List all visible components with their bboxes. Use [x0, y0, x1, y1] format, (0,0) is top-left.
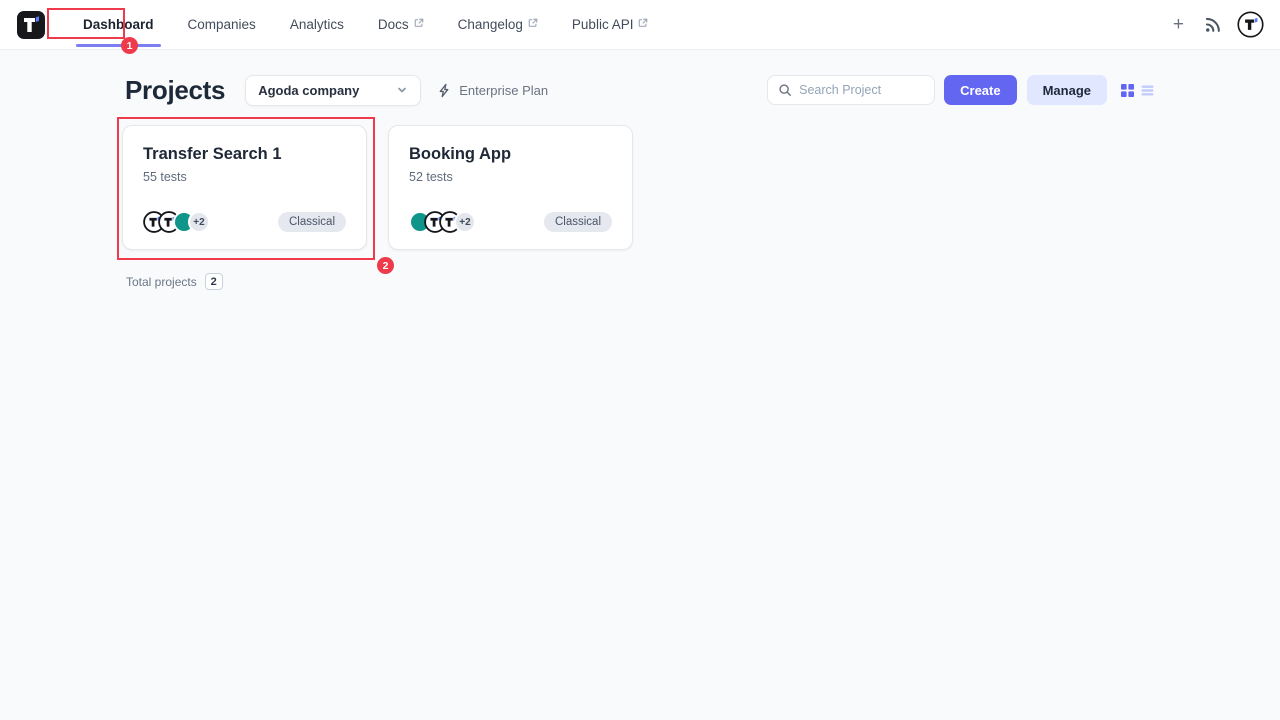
project-test-count: 55 tests — [143, 170, 346, 184]
project-card-footer: +2 Classical — [409, 211, 612, 233]
nav-label: Public API — [572, 17, 634, 32]
brand-logo-icon[interactable] — [16, 10, 46, 40]
more-members-chip: +2 — [188, 211, 210, 233]
search-icon — [778, 83, 792, 97]
nav-item-docs[interactable]: Docs — [361, 0, 441, 50]
project-card-booking-app[interactable]: Booking App 52 tests +2 Classical — [388, 125, 633, 250]
user-avatar[interactable] — [1237, 11, 1264, 38]
total-projects-count: 2 — [205, 273, 223, 290]
project-card-transfer-search-1[interactable]: Transfer Search 1 55 tests +2 Classical — [122, 125, 367, 250]
chevron-down-icon — [396, 84, 408, 96]
nav-item-dashboard[interactable]: Dashboard — [66, 0, 171, 50]
create-button[interactable]: Create — [944, 75, 1016, 105]
company-select-dropdown[interactable]: Agoda company — [245, 75, 421, 106]
more-members-chip: +2 — [454, 211, 476, 233]
project-name: Transfer Search 1 — [143, 145, 346, 164]
search-input[interactable] — [799, 83, 924, 97]
member-avatar-stack — [409, 211, 454, 233]
company-select-value: Agoda company — [258, 83, 359, 98]
member-avatar-stack — [143, 211, 188, 233]
nav-item-public-api[interactable]: Public API — [555, 0, 666, 50]
project-name: Booking App — [409, 145, 612, 164]
search-box — [767, 75, 935, 105]
nav-item-companies[interactable]: Companies — [171, 0, 273, 50]
list-view-icon[interactable] — [1140, 83, 1155, 98]
header-actions: Create Manage — [767, 75, 1155, 105]
nav-label: Dashboard — [83, 17, 154, 32]
plan-indicator: Enterprise Plan — [437, 83, 548, 98]
page-title: Projects — [125, 75, 225, 106]
nav-label: Analytics — [290, 17, 344, 32]
total-projects-label: Total projects — [126, 275, 197, 289]
main-nav: Dashboard Companies Analytics Docs Chang… — [66, 0, 665, 50]
nav-label: Changelog — [458, 17, 523, 32]
nav-item-analytics[interactable]: Analytics — [273, 0, 361, 50]
add-button[interactable]: + — [1169, 13, 1188, 36]
top-navigation-bar: Dashboard Companies Analytics Docs Chang… — [0, 0, 1280, 50]
lightning-bolt-icon — [437, 83, 452, 98]
project-test-count: 52 tests — [409, 170, 612, 184]
projects-summary: Total projects 2 — [0, 273, 1280, 290]
project-card-footer: +2 Classical — [143, 211, 346, 233]
app-root: Dashboard Companies Analytics Docs Chang… — [0, 0, 1280, 720]
project-type-badge: Classical — [544, 212, 612, 232]
view-toggles — [1120, 83, 1155, 98]
grid-view-icon[interactable] — [1120, 83, 1135, 98]
nav-label: Companies — [188, 17, 256, 32]
active-tab-underline — [76, 44, 161, 47]
external-link-icon — [414, 18, 424, 28]
project-type-badge: Classical — [278, 212, 346, 232]
projects-grid: Transfer Search 1 55 tests +2 Classical … — [0, 125, 1280, 250]
nav-label: Docs — [378, 17, 409, 32]
feed-icon[interactable] — [1203, 15, 1222, 34]
nav-item-changelog[interactable]: Changelog — [441, 0, 555, 50]
manage-button[interactable]: Manage — [1027, 75, 1107, 105]
external-link-icon — [528, 18, 538, 28]
annotation-number-2: 2 — [377, 257, 394, 274]
topbar-actions: + — [1169, 11, 1264, 38]
external-link-icon — [638, 18, 648, 28]
page-header: Projects Agoda company Enterprise Plan C… — [0, 74, 1280, 106]
plan-label: Enterprise Plan — [459, 83, 548, 98]
